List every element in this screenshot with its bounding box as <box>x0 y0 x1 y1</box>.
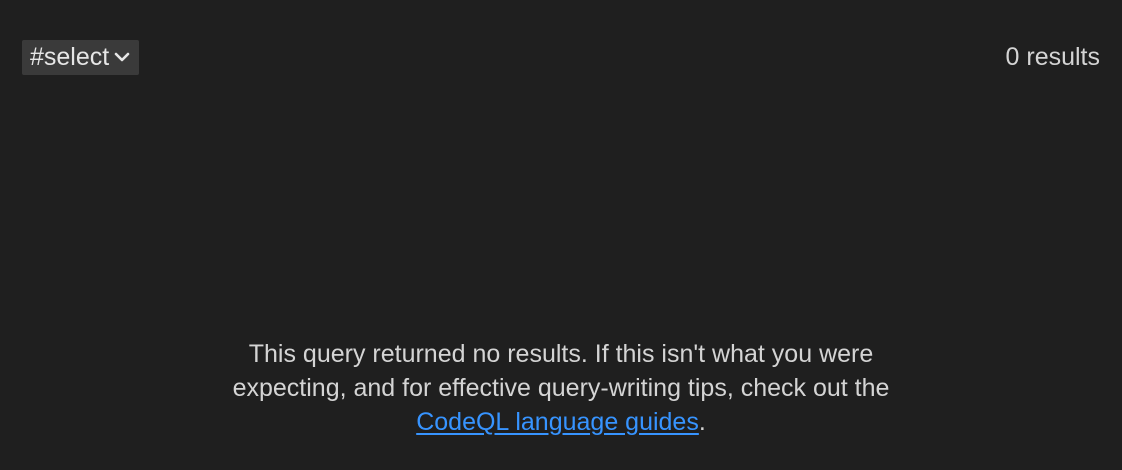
result-set-select[interactable]: #select <box>22 39 140 75</box>
message-line-1: This query returned no results. If this … <box>248 340 874 368</box>
chevron-down-icon <box>113 48 131 66</box>
codeql-language-guides-link[interactable]: CodeQL language guides <box>416 408 699 436</box>
results-view: #select 0 results This query returned no… <box>0 0 1122 470</box>
result-set-select-value: #select <box>30 42 110 71</box>
message-line-3: CodeQL language guides. <box>0 405 1122 439</box>
result-count: 0 results <box>1005 42 1100 71</box>
message-period: . <box>698 408 706 436</box>
results-toolbar: #select 0 results <box>22 39 1100 75</box>
empty-results-message: This query returned no results. If this … <box>0 337 1122 439</box>
message-line-2: expecting, and for effective query-writi… <box>232 374 890 402</box>
